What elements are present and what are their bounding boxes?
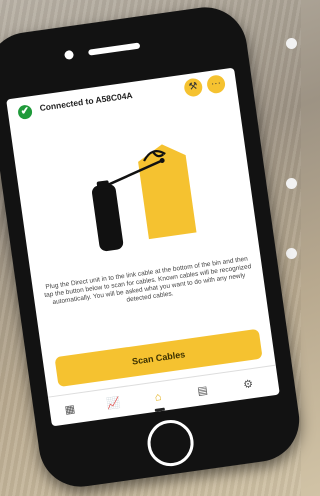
connection-status: Connected to A58C04A xyxy=(38,90,134,113)
nav-settings-icon[interactable]: ⚙ xyxy=(237,374,259,395)
bullet-dot xyxy=(286,178,297,189)
status-bar: ✔ Connected to A58C04A ⚒ ··· xyxy=(6,68,238,130)
cable-illustration xyxy=(91,144,197,252)
nav-document-icon[interactable]: ▤ xyxy=(191,381,213,402)
more-options-button[interactable]: ··· xyxy=(205,74,227,95)
nav-chart-icon[interactable]: 📈 xyxy=(102,393,124,414)
nav-bin-icon[interactable]: ⌂ xyxy=(147,387,169,408)
speaker-grille xyxy=(88,42,141,56)
bullet-dot xyxy=(286,248,297,259)
connected-check-icon: ✔ xyxy=(17,104,33,121)
device-plug xyxy=(96,180,110,190)
front-camera xyxy=(63,49,75,61)
app-screen: ✔ Connected to A58C04A ⚒ ··· Plug the Di… xyxy=(6,67,280,427)
bullet-dot xyxy=(286,38,297,49)
direct-unit-device xyxy=(91,184,124,252)
instructions-text: Plug the Direct unit in to the link cabl… xyxy=(43,255,252,307)
bin-tag-shape xyxy=(138,144,197,240)
active-tab-indicator xyxy=(154,407,165,412)
home-button[interactable] xyxy=(144,417,197,470)
tools-button[interactable]: ⚒ xyxy=(183,77,204,98)
nav-grid-icon[interactable]: ▦ xyxy=(59,399,81,420)
